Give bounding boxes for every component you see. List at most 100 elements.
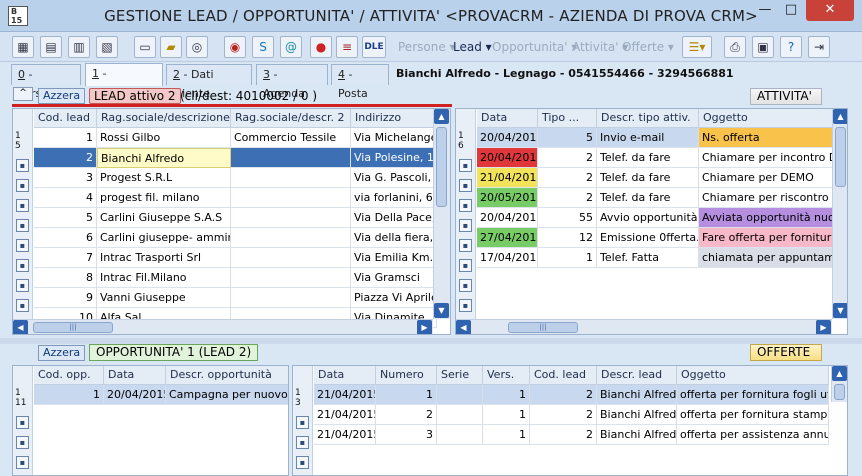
table-cell[interactable]: 7 — [34, 248, 97, 268]
table-cell[interactable]: 2 — [538, 168, 597, 188]
table-cell[interactable]: Ns. offerta — [699, 128, 847, 148]
list-icon[interactable]: ▪ — [296, 436, 309, 449]
column-header[interactable]: Descr. opportunità — [166, 366, 288, 385]
scroll-up-button[interactable]: ▲ — [832, 366, 847, 381]
table-cell[interactable]: Avviata opportunità nuovo... — [699, 208, 847, 228]
table-cell[interactable] — [231, 148, 351, 168]
detail-icon[interactable]: ▪ — [16, 456, 29, 469]
scroll-down-button[interactable]: ▼ — [833, 303, 847, 318]
table-cell[interactable]: Telef. Fatta — [597, 248, 699, 268]
edit-row-icon[interactable]: ▪ — [16, 416, 29, 429]
grid-config-icon[interactable]: ▧ — [96, 36, 118, 58]
column-header[interactable]: Indirizzo — [351, 109, 437, 128]
table-cell[interactable]: Bianchi Alfredo — [597, 405, 677, 425]
column-header[interactable]: Cod. lead — [530, 366, 597, 385]
headset-icon[interactable]: ◉ — [224, 36, 246, 58]
scroll-right-button[interactable]: ▶ — [417, 320, 432, 334]
column-header[interactable]: Descr. tipo attiv. — [597, 109, 699, 128]
table-cell[interactable] — [437, 385, 483, 405]
table-cell[interactable]: Carlini Giuseppe S.A.S — [97, 208, 231, 228]
column-header[interactable]: Serie — [437, 366, 483, 385]
vertical-scrollbar[interactable]: ▲ ▼ — [832, 109, 847, 319]
filter-clear-icon[interactable]: ▪ — [16, 299, 29, 312]
table-cell[interactable] — [231, 268, 351, 288]
column-header[interactable]: Vers. — [483, 366, 530, 385]
table-cell[interactable]: 3 — [34, 168, 97, 188]
detail-icon[interactable]: ▪ — [296, 456, 309, 469]
search-icon[interactable]: ▪ — [16, 239, 29, 252]
monitor-icon[interactable]: ▣ — [752, 36, 774, 58]
table-cell[interactable]: 20/04/2015 — [477, 208, 538, 228]
filter-icon[interactable]: ▪ — [459, 279, 472, 292]
menu-attivita[interactable]: Attivita' ▾ — [572, 40, 628, 54]
table-cell[interactable]: 20/04/2015 — [477, 128, 538, 148]
list-icon[interactable]: ▪ — [16, 436, 29, 449]
table-cell[interactable]: Via G. Pascoli, 12 — [351, 168, 437, 188]
table-cell[interactable] — [231, 228, 351, 248]
column-header[interactable]: Data — [314, 366, 376, 385]
opportunita-grid[interactable]: 1 11▪▪▪▪Cod. opp.DataDescr. opportunità1… — [12, 365, 289, 476]
scroll-thumb[interactable]: ||| — [508, 322, 578, 333]
table-cell[interactable]: 12 — [538, 228, 597, 248]
table-cell[interactable]: offerta per fornitura stampanti — [677, 405, 829, 425]
table-cell[interactable]: 21/04/2015 — [314, 405, 376, 425]
calendar-icon[interactable]: ▪ — [459, 259, 472, 272]
table-cell[interactable]: progest fil. milano — [97, 188, 231, 208]
table-cell[interactable]: Rossi Gilbo — [97, 128, 231, 148]
table-cell[interactable]: Vanni Giuseppe — [97, 288, 231, 308]
table-cell[interactable]: 1 — [483, 425, 530, 445]
table-cell[interactable]: offerta per fornitura fogli ufficio — [677, 385, 829, 405]
scroll-down-button[interactable]: ▼ — [434, 303, 449, 318]
table-cell[interactable]: Invio e-mail — [597, 128, 699, 148]
folder-icon[interactable]: ▰ — [160, 36, 182, 58]
scroll-thumb[interactable]: ||| — [33, 322, 113, 333]
table-cell[interactable]: 2 — [376, 405, 437, 425]
pin-icon[interactable]: ● — [310, 36, 332, 58]
grid-edit-icon[interactable]: ▥ — [68, 36, 90, 58]
table-cell[interactable]: 21/04/2015 — [477, 168, 538, 188]
scroll-right-button[interactable]: ▶ — [816, 320, 831, 334]
table-cell[interactable]: 5 — [34, 208, 97, 228]
offerte-button[interactable]: OFFERTE — [750, 344, 822, 361]
lead-azzera-button[interactable]: Azzera — [38, 88, 86, 104]
help-icon[interactable]: ? — [780, 36, 802, 58]
menu-lead[interactable]: Lead ▾ — [453, 40, 492, 54]
column-header[interactable]: Cod. opp. — [34, 366, 104, 385]
menu-persone[interactable]: Persone ▾ — [398, 40, 456, 54]
horizontal-scrollbar[interactable]: ◀ ||| ▶ — [13, 319, 433, 334]
add-icon[interactable]: ▪ — [459, 219, 472, 232]
table-cell[interactable]: 1 — [376, 385, 437, 405]
table-cell[interactable] — [231, 168, 351, 188]
scroll-up-button[interactable]: ▲ — [833, 109, 847, 124]
table-cell[interactable]: 2 — [538, 148, 597, 168]
scroll-thumb[interactable] — [835, 127, 846, 187]
table-cell[interactable]: 6 — [34, 228, 97, 248]
table-cell[interactable] — [231, 208, 351, 228]
add-icon[interactable]: ▪ — [16, 219, 29, 232]
table-cell[interactable]: Via Emilia Km. 12 — [351, 248, 437, 268]
table-cell[interactable]: Intrac Trasporti Srl — [97, 248, 231, 268]
detail-icon[interactable]: ▪ — [16, 199, 29, 212]
detail-icon[interactable]: ▪ — [459, 199, 472, 212]
opp-azzera-button[interactable]: Azzera — [38, 345, 86, 361]
table-cell[interactable]: Fare offerta per fornitura ... — [699, 228, 847, 248]
scroll-up-button[interactable]: ▲ — [434, 109, 449, 124]
lead-grid[interactable]: 1 5▪▪▪▪▪▪▪▪▪Cod. leadRag.sociale/descriz… — [12, 108, 451, 335]
table-cell[interactable]: 2 — [530, 385, 597, 405]
table-cell[interactable]: Telef. da fare — [597, 168, 699, 188]
table-cell[interactable]: Chiamare per riscontro — [699, 188, 847, 208]
table-cell[interactable]: 9 — [34, 288, 97, 308]
table-cell[interactable]: 21/04/2015 — [314, 385, 376, 405]
column-header[interactable]: Oggetto — [699, 109, 847, 128]
table-cell[interactable]: 2 — [530, 405, 597, 425]
table-cell[interactable]: Via Gramsci — [351, 268, 437, 288]
edit-row-icon[interactable]: ▪ — [296, 416, 309, 429]
edit-row-icon[interactable]: ▪ — [459, 159, 472, 172]
tab-posta[interactable]: 4 - Posta — [331, 64, 389, 100]
table-cell[interactable]: 2 — [530, 425, 597, 445]
column-header[interactable]: Tipo ... — [538, 109, 597, 128]
list-dropdown-icon[interactable]: ☰▾ — [682, 36, 712, 58]
minimize-button[interactable]: — — [752, 0, 778, 21]
table-cell[interactable]: Emissione 0fferta... — [597, 228, 699, 248]
table-cell[interactable]: Carlini giuseppe- ammini... — [97, 228, 231, 248]
